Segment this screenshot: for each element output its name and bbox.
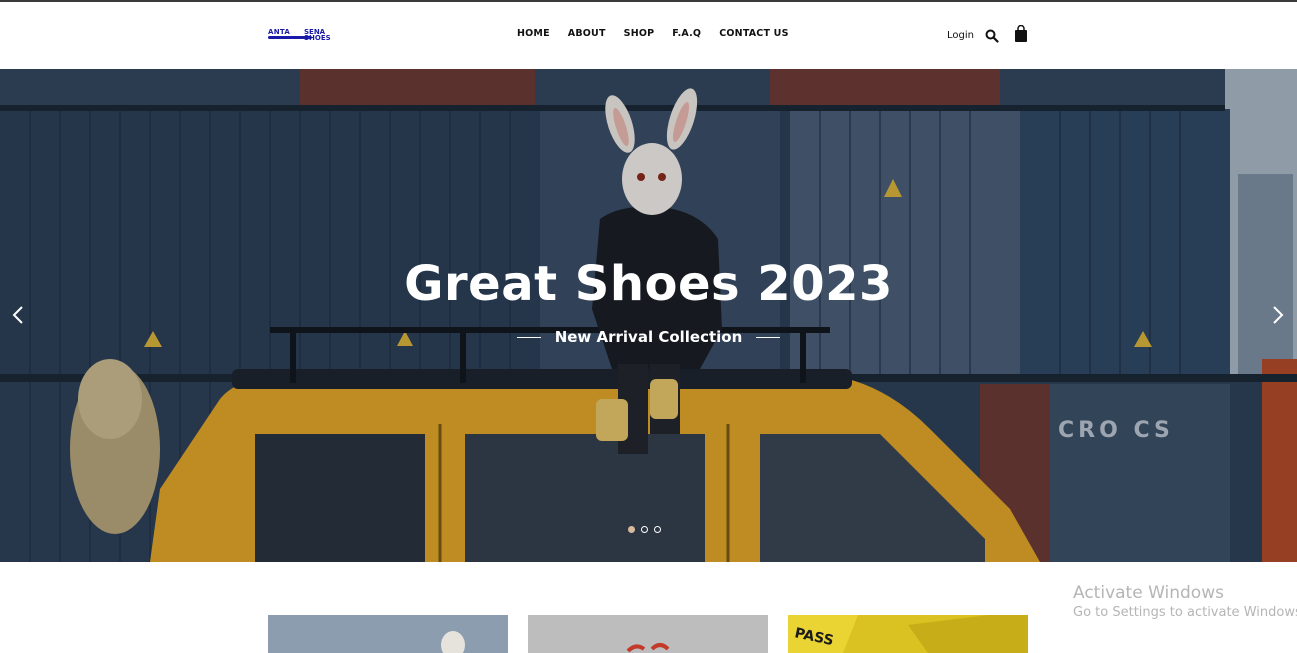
product-image-3: PASS	[788, 615, 1028, 653]
subtitle-dash-left	[516, 337, 541, 338]
site-logo[interactable]: ANTA SENA SHOES	[268, 28, 340, 44]
product-image-1	[268, 615, 508, 653]
search-icon[interactable]	[985, 29, 999, 43]
nav-home[interactable]: HOME	[508, 28, 559, 42]
hero-subtitle: New Arrival Collection	[0, 328, 1297, 346]
hero-slider: CRO CS Great Shoes 2023 New Arrival Coll…	[0, 69, 1297, 562]
slider-dot-3[interactable]	[654, 526, 661, 533]
chevron-left-icon[interactable]	[8, 303, 28, 327]
logo-swoosh	[268, 36, 312, 39]
logo-text-anta: ANTA	[268, 28, 291, 36]
nav-about[interactable]: ABOUT	[559, 28, 615, 42]
activate-windows-watermark: Activate Windows Go to Settings to activ…	[1073, 583, 1297, 620]
login-link[interactable]: Login	[947, 30, 974, 41]
hero-subtitle-text: New Arrival Collection	[554, 328, 743, 346]
hero-image: CRO CS	[0, 69, 1297, 562]
hero-title: Great Shoes 2023	[404, 256, 893, 312]
nav-shop[interactable]: SHOP	[615, 28, 664, 42]
product-image-2	[528, 615, 768, 653]
product-card-2[interactable]	[528, 615, 768, 653]
nav-faq[interactable]: F.A.Q	[663, 28, 710, 42]
watermark-title: Activate Windows	[1073, 583, 1224, 603]
site-header: ANTA SENA SHOES HOME ABOUT SHOP F.A.Q CO…	[0, 2, 1297, 69]
watermark-subtitle: Go to Settings to activate Windows.	[1073, 605, 1297, 620]
subtitle-dash-right	[756, 337, 781, 338]
main-nav: HOME ABOUT SHOP F.A.Q CONTACT US	[508, 28, 798, 42]
product-card-1[interactable]	[268, 615, 508, 653]
chevron-right-icon[interactable]	[1268, 303, 1288, 327]
slider-dot-2[interactable]	[641, 526, 648, 533]
slider-dots	[628, 526, 661, 533]
nav-contact[interactable]: CONTACT US	[710, 28, 797, 42]
product-card-3[interactable]: PASS	[788, 615, 1028, 653]
shopping-bag-icon[interactable]	[1014, 25, 1028, 43]
slider-dot-1[interactable]	[628, 526, 635, 533]
